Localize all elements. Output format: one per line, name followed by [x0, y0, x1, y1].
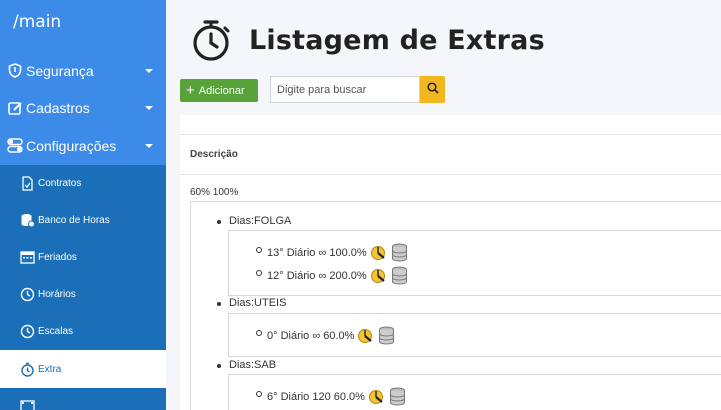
submenu-item-label: Feriados [38, 251, 77, 263]
clock-status-icon[interactable] [368, 388, 386, 406]
menu-item-label: Configurações [26, 137, 117, 154]
database-icon[interactable] [391, 266, 408, 285]
clock-status-icon[interactable] [357, 327, 375, 345]
submenu-item-next[interactable] [0, 388, 166, 410]
menu-item-label: Cadastros [26, 100, 90, 117]
chevron-down-icon [145, 143, 153, 148]
menu-item-seguranca[interactable]: Segurança [0, 52, 166, 90]
list-item: 6° Diário 120 60.0% [256, 387, 406, 406]
submenu-item-label: Horários [38, 289, 76, 301]
film-icon [19, 398, 35, 410]
group-list-sab: 6° Diário 120 60.0% [228, 374, 721, 410]
search-button[interactable] [420, 76, 445, 103]
sidebar: /main Segurança Cadastros Configurações … [0, 0, 166, 410]
group-label-uteis: Dias:UTEIS [216, 297, 287, 309]
entry-text: 13° Diário ∞ 100.0% [267, 246, 367, 259]
entry-text: 0° Diário ∞ 60.0% [267, 329, 355, 342]
menu-item-cadastros[interactable]: Cadastros [0, 90, 166, 128]
list-item: 12° Diário ∞ 200.0% [256, 266, 408, 285]
clock-icon [19, 324, 35, 340]
submenu-item-horarios[interactable]: Horários [0, 276, 166, 313]
group-label-sab: Dias:SAB [216, 359, 277, 371]
column-header-descricao[interactable]: Descrição [180, 135, 721, 175]
submenu-item-escalas[interactable]: Escalas [0, 313, 166, 350]
chevron-down-icon [145, 68, 153, 73]
menu-item-configuracoes[interactable]: Configurações [0, 127, 166, 165]
extras-table: Descrição 60% 100% Dias:FOLGA 13° Diário… [180, 115, 721, 410]
list-item: 0° Diário ∞ 60.0% [255, 326, 395, 345]
submenu-item-label: Banco de Horas [38, 214, 110, 226]
group-label-folga: Dias:FOLGA [216, 215, 292, 227]
search-icon [426, 82, 439, 97]
submenu-item-feriados[interactable]: Feriados [0, 239, 166, 276]
calendar-icon [19, 249, 35, 265]
table-toolbar [180, 115, 721, 135]
main-content: Listagem de Extras + Adicionar Descrição… [166, 0, 721, 410]
submenu-item-banco-de-horas[interactable]: Banco de Horas [0, 202, 166, 239]
clock-status-icon[interactable] [370, 244, 388, 262]
stopwatch-icon [19, 361, 35, 377]
shield-icon [7, 63, 23, 79]
list-item: 13° Diário ∞ 100.0% [256, 243, 408, 262]
clock-status-icon[interactable] [370, 267, 388, 285]
add-button[interactable]: + Adicionar [180, 79, 258, 102]
percent-text: 60% 100% [190, 187, 239, 198]
database-icon[interactable] [391, 243, 408, 262]
database-icon[interactable] [389, 387, 406, 406]
search-input[interactable] [270, 76, 420, 103]
entry-text: 12° Diário ∞ 200.0% [267, 269, 367, 282]
chevron-down-icon [145, 106, 153, 111]
toggle-icon [7, 138, 23, 154]
group-list-folga: 13° Diário ∞ 100.0% 12° Diário ∞ 200.0% [228, 230, 721, 296]
table-row: Dias:FOLGA 13° Diário ∞ 100.0% 12° Diári… [190, 201, 721, 410]
submenu-item-label: Escalas [38, 326, 74, 338]
brand-logo[interactable]: /main [0, 0, 166, 52]
entry-text: 6° Diário 120 60.0% [267, 390, 365, 403]
plus-icon: + [186, 82, 195, 99]
submenu-configuracoes: Contratos Banco de Horas Feriados Horári… [0, 164, 166, 410]
menu-item-label: Segurança [26, 62, 94, 79]
submenu-item-extra[interactable]: Extra [0, 350, 166, 388]
page-header: Listagem de Extras [190, 18, 545, 62]
submenu-item-contratos[interactable]: Contratos [0, 165, 166, 202]
add-button-label: Adicionar [198, 84, 245, 97]
stopwatch-icon [190, 18, 232, 62]
clock-icon [19, 287, 35, 303]
database-icon [19, 212, 35, 228]
submenu-item-label: Extra [38, 363, 62, 375]
group-list-uteis: 0° Diário ∞ 60.0% [228, 313, 721, 357]
contract-icon [19, 175, 35, 191]
submenu-item-label: Contratos [38, 177, 82, 189]
page-title: Listagem de Extras [249, 24, 545, 56]
edit-icon [7, 100, 23, 116]
database-icon[interactable] [378, 326, 395, 345]
